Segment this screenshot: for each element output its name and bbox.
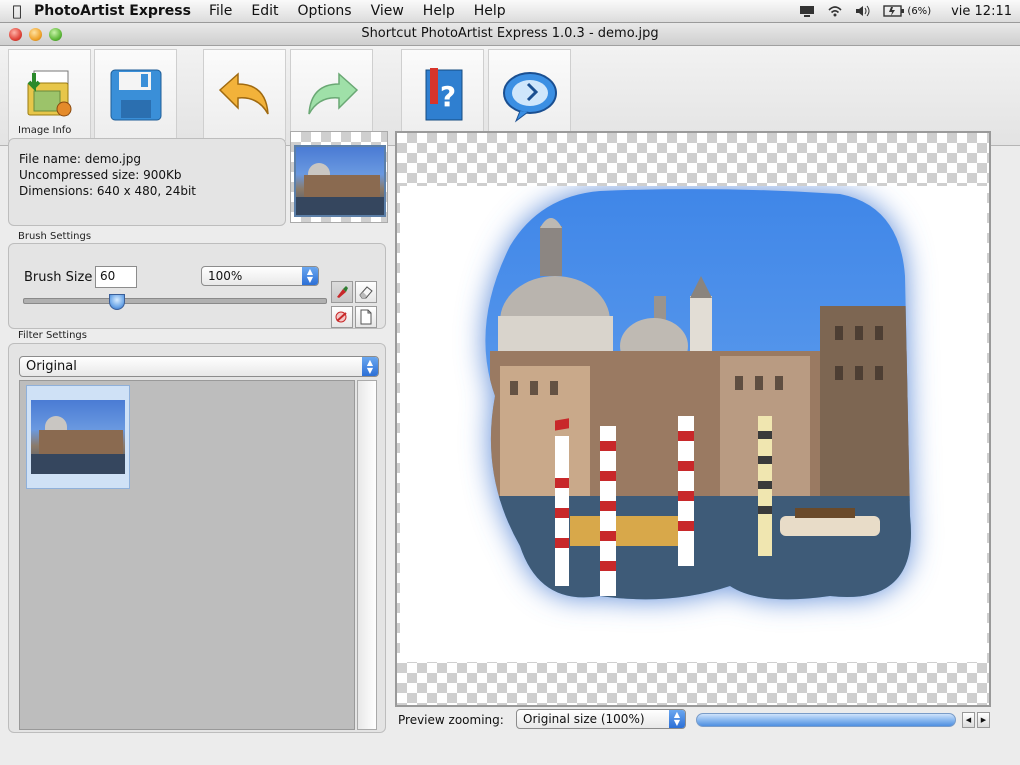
brush-settings-panel: Brush Size 60 100% ▲ ▼: [8, 243, 386, 329]
menu-options[interactable]: Options: [298, 3, 352, 19]
minimize-window-button[interactable]: [29, 28, 42, 41]
popup-arrows-icon: ▲ ▼: [302, 267, 318, 285]
filter-list[interactable]: [19, 380, 355, 730]
apple-menu-icon[interactable]: : [0, 2, 34, 20]
preview-zoom-label: Preview zooming:: [398, 713, 504, 727]
clear-tool-button[interactable]: [331, 306, 353, 328]
main-window: Shortcut PhotoArtist Express 1.0.3 - dem…: [0, 23, 1020, 765]
brush-size-field[interactable]: 60: [95, 266, 137, 288]
eraser-tool-button[interactable]: [355, 281, 377, 303]
window-title: Shortcut PhotoArtist Express 1.0.3 - dem…: [361, 26, 659, 41]
battery-percent: (6%): [907, 5, 932, 17]
web-button[interactable]: [488, 49, 571, 141]
menubar-clock[interactable]: vie 12:11: [951, 4, 1012, 19]
eraser-icon: [359, 286, 373, 299]
battery-icon: [883, 5, 905, 17]
volume-icon[interactable]: [855, 5, 871, 17]
clear-brush-icon: [335, 311, 347, 323]
menu-view[interactable]: View: [371, 3, 404, 19]
popup-arrows-icon: ▲ ▼: [669, 710, 685, 728]
preview-image-area[interactable]: [400, 186, 987, 662]
scroll-right-arrow-icon[interactable]: ▶: [977, 712, 990, 728]
paint-brush-icon: [337, 286, 348, 298]
save-button[interactable]: [94, 49, 177, 141]
filter-list-scrollbar[interactable]: [357, 380, 377, 730]
popup-arrows-icon: ▲ ▼: [362, 357, 378, 376]
venice-preview-image: [485, 189, 911, 600]
open-image-icon: [27, 70, 71, 117]
display-icon[interactable]: [799, 5, 815, 17]
window-titlebar[interactable]: Shortcut PhotoArtist Express 1.0.3 - dem…: [0, 23, 1020, 46]
save-disk-icon: [110, 69, 161, 121]
brush-size-slider-thumb[interactable]: [108, 294, 125, 310]
help-button[interactable]: ?: [401, 49, 484, 141]
image-thumbnail: [294, 145, 386, 217]
menu-help[interactable]: Help: [423, 3, 455, 19]
filter-item-original[interactable]: [26, 385, 130, 489]
battery-status[interactable]: (6%): [883, 5, 931, 17]
undo-arrow-icon: [218, 72, 269, 115]
filter-settings-label: Filter Settings: [18, 330, 87, 341]
brush-opacity-value: 100%: [208, 269, 243, 283]
info-file-name: File name: demo.jpg: [19, 152, 141, 166]
image-info-label: Image Info: [18, 125, 72, 136]
filter-settings-panel: Original ▲ ▼: [8, 343, 386, 733]
scroll-left-arrow-icon[interactable]: ◀: [962, 712, 975, 728]
scroll-arrows: ◀ ▶: [962, 712, 990, 728]
brush-opacity-popup[interactable]: 100% ▲ ▼: [201, 266, 319, 286]
wifi-icon[interactable]: [827, 5, 843, 17]
blank-page-icon: [360, 309, 372, 325]
new-layer-button[interactable]: [355, 306, 377, 328]
preview-zoom-value: Original size (100%): [523, 712, 645, 726]
help-book-icon: ?: [425, 68, 462, 121]
svg-text:?: ?: [439, 80, 455, 113]
menu-edit[interactable]: Edit: [251, 3, 278, 19]
menubar:  PhotoArtist Express File Edit Options …: [0, 0, 1020, 23]
menu-file[interactable]: File: [209, 3, 232, 19]
preview-horizontal-scrollbar[interactable]: [696, 713, 956, 727]
zoom-window-button[interactable]: [49, 28, 62, 41]
info-dimensions: Dimensions: 640 x 480, 24bit: [19, 184, 196, 198]
filter-thumbnail: [31, 400, 125, 474]
close-window-button[interactable]: [9, 28, 22, 41]
preview-canvas[interactable]: [395, 131, 991, 707]
app-menu[interactable]: PhotoArtist Express: [34, 3, 191, 19]
web-globe-icon: [502, 72, 557, 123]
preview-zoom-popup[interactable]: Original size (100%) ▲ ▼: [516, 709, 686, 729]
brush-size-slider-track[interactable]: [23, 298, 327, 304]
brush-settings-label: Brush Settings: [18, 231, 92, 242]
brush-tool-button[interactable]: [331, 281, 353, 303]
info-uncompressed-size: Uncompressed size: 900Kb: [19, 168, 182, 182]
menu-help-2[interactable]: Help: [474, 3, 506, 19]
filter-selected-value: Original: [26, 359, 77, 374]
image-info-panel: File name: demo.jpg Uncompressed size: 9…: [8, 138, 286, 226]
redo-arrow-icon: [307, 72, 358, 115]
redo-button[interactable]: [290, 49, 373, 141]
image-thumbnail-frame[interactable]: [290, 131, 388, 223]
undo-button[interactable]: [203, 49, 286, 141]
brush-size-label: Brush Size: [24, 270, 93, 285]
filter-select-popup[interactable]: Original ▲ ▼: [19, 356, 379, 377]
